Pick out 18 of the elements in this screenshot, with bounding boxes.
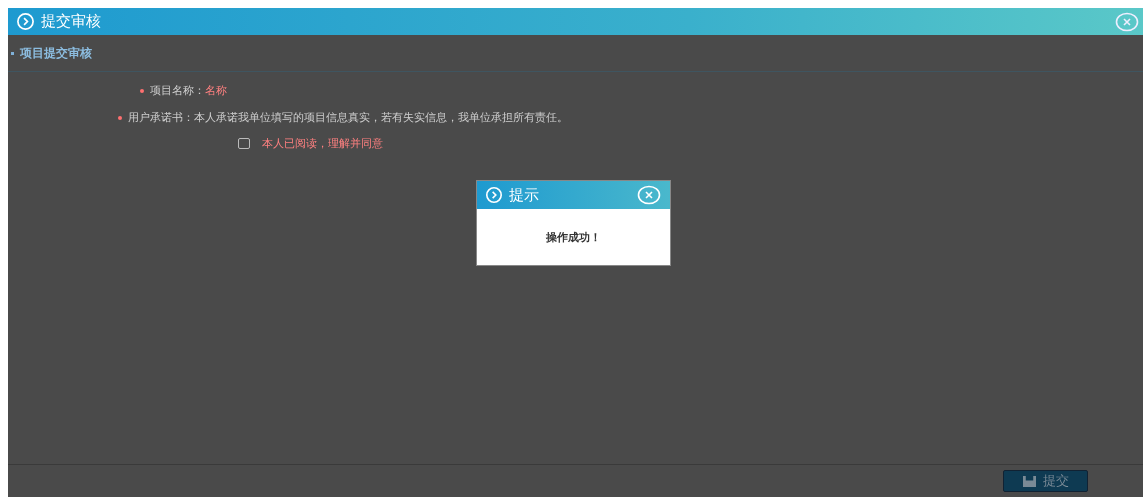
save-icon [1022,474,1037,488]
required-mark-icon [118,115,122,120]
bullet-icon [11,51,14,55]
field-value: 名称 [205,83,227,98]
field-label: 项目名称： [150,83,205,98]
close-icon[interactable] [1115,11,1139,32]
dialog-title: 提示 [509,185,539,205]
dialog-message: 操作成功！ [545,230,602,245]
window-title: 提交审核 [41,12,101,31]
agree-checkbox[interactable] [238,137,250,149]
chevron-circle-icon [16,12,35,31]
submit-button[interactable]: 提交 [1003,470,1088,492]
agree-label: 本人已阅读，理解并同意 [262,135,383,151]
chevron-circle-icon [485,186,503,204]
section-title: 项目提交审核 [20,44,92,62]
pledge-text: 本人承诺我单位填写的项目信息真实，若有失实信息，我单位承担所有责任。 [194,110,568,125]
field-label: 用户承诺书： [128,110,194,125]
required-mark-icon [140,88,144,93]
